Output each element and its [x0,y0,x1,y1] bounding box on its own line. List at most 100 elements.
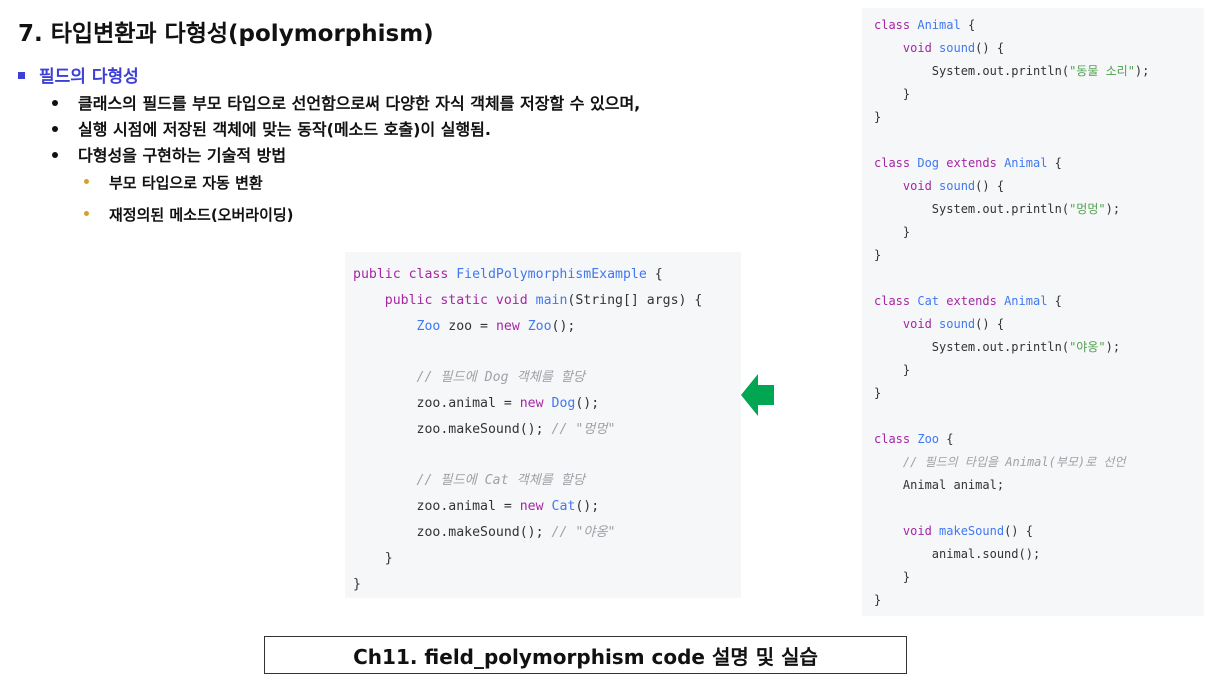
code-text: } [874,248,882,262]
bullet-item: 실행 시점에 저장된 객체에 맞는 동작(메소드 호출)이 실행됨. [52,116,491,140]
code-line: } [353,546,741,572]
code-keyword: void [902,524,940,538]
code-text: System.out.println( [874,340,1070,354]
code-text: } [874,363,911,377]
code-line: } [353,572,741,598]
code-line: } [874,244,1204,267]
code-text: animal.sound(); [874,547,1041,561]
sub-bullet-item: 부모 타입으로 자동 변환 [84,172,263,193]
code-text: System.out.println( [874,202,1070,216]
sub-bullet-item: 재정의된 메소드(오버라이딩) [84,204,294,225]
code-text: } [874,87,911,101]
code-line: zoo.animal = new Cat(); [353,494,741,520]
code-text: System.out.println( [874,64,1070,78]
code-string: "동물 소리" [1069,64,1135,78]
code-keyword: extends [939,156,1005,170]
code-line: class Cat extends Animal { [874,290,1204,313]
main-code-block: public class FieldPolymorphismExample { … [345,252,741,598]
code-keyword: void [902,41,940,55]
code-line: class Dog extends Animal { [874,152,1204,175]
code-keyword: class [874,294,918,308]
code-line: } [874,359,1204,382]
code-text: { [939,432,954,446]
code-text: { [1047,294,1062,308]
class-definitions-code-block: class Animal { void sound() { System.out… [862,8,1204,616]
code-type: Zoo [917,432,940,446]
code-comment: // 필드에 Cat 객체를 할당 [416,473,586,489]
code-comment: // "야옹" [551,524,616,540]
bullet-dot-icon [52,125,58,132]
code-string: "멍멍" [1069,202,1106,216]
code-comment: // 필드에 Dog 객체를 할당 [416,370,586,386]
code-keyword: public static void [384,292,536,308]
code-line: } [874,106,1204,129]
code-line: void sound() { [874,37,1204,60]
code-line: animal.sound(); [874,543,1204,566]
code-type: Zoo [527,318,552,334]
code-line: // 필드의 타입을 Animal(부모)로 선언 [874,451,1204,474]
code-line: zoo.animal = new Dog(); [353,391,741,417]
code-line: System.out.println("멍멍"); [874,198,1204,221]
code-text: () { [1004,524,1033,538]
code-keyword: class [874,18,918,32]
code-comment: // "멍멍" [551,421,616,437]
code-text: (); [575,395,600,411]
bullet-item: 클래스의 필드를 부모 타입으로 선언함으로써 다양한 자식 객체를 저장할 수… [52,90,640,114]
code-method: makeSound [939,524,1005,538]
code-type: Cat [551,499,576,515]
code-line: // 필드에 Dog 객체를 할당 [353,365,741,391]
code-type: Zoo [416,318,441,334]
code-type: Dog [551,395,576,411]
code-text: zoo.animal = [353,395,520,411]
code-line: } [874,221,1204,244]
section-heading: 필드의 다형성 [18,62,139,87]
bullet-text: 다형성을 구현하는 기술적 방법 [78,146,287,165]
code-line: void sound() { [874,313,1204,336]
section-heading-label: 필드의 다형성 [39,67,139,87]
code-method: sound [939,317,976,331]
code-text: } [874,386,882,400]
code-line: zoo.makeSound(); // "야옹" [353,520,741,546]
code-line: } [874,589,1204,612]
code-keyword: extends [939,294,1005,308]
code-text: } [874,110,882,124]
code-line: } [874,83,1204,106]
slide-title: 7. 타입변환과 다형성(polymorphism) [18,21,434,47]
sub-bullet-dot-icon [84,211,89,216]
code-text: { [1047,156,1062,170]
code-line: System.out.println("동물 소리"); [874,60,1204,83]
code-line: Animal animal; [874,474,1204,497]
code-text: () { [975,317,1005,331]
code-string: "야옹" [1069,340,1106,354]
sub-bullet-text: 재정의된 메소드(오버라이딩) [109,206,294,224]
code-keyword: void [902,179,940,193]
code-text: } [353,550,393,566]
bullet-dot-icon [52,151,58,158]
code-type: Cat [917,294,940,308]
code-text: { [646,267,663,282]
code-line: } [874,566,1204,589]
code-type: Animal [1004,156,1048,170]
code-text: } [353,576,361,592]
code-text: () { [975,179,1005,193]
bullet-text: 실행 시점에 저장된 객체에 맞는 동작(메소드 호출)이 실행됨. [78,120,491,139]
code-comment: // 필드의 타입을 Animal(부모)로 선언 [902,455,1126,469]
code-line: // 필드에 Cat 객체를 할당 [353,468,741,494]
code-line: public static void main(String[] args) { [353,288,741,314]
code-text: zoo.animal = [353,499,520,515]
sub-bullet-text: 부모 타입으로 자동 변환 [109,174,263,192]
code-line: zoo.makeSound(); // "멍멍" [353,417,741,443]
code-line: void makeSound() { [874,520,1204,543]
code-type: Dog [917,156,940,170]
code-type: Animal [1004,294,1048,308]
code-text: { [960,18,976,32]
